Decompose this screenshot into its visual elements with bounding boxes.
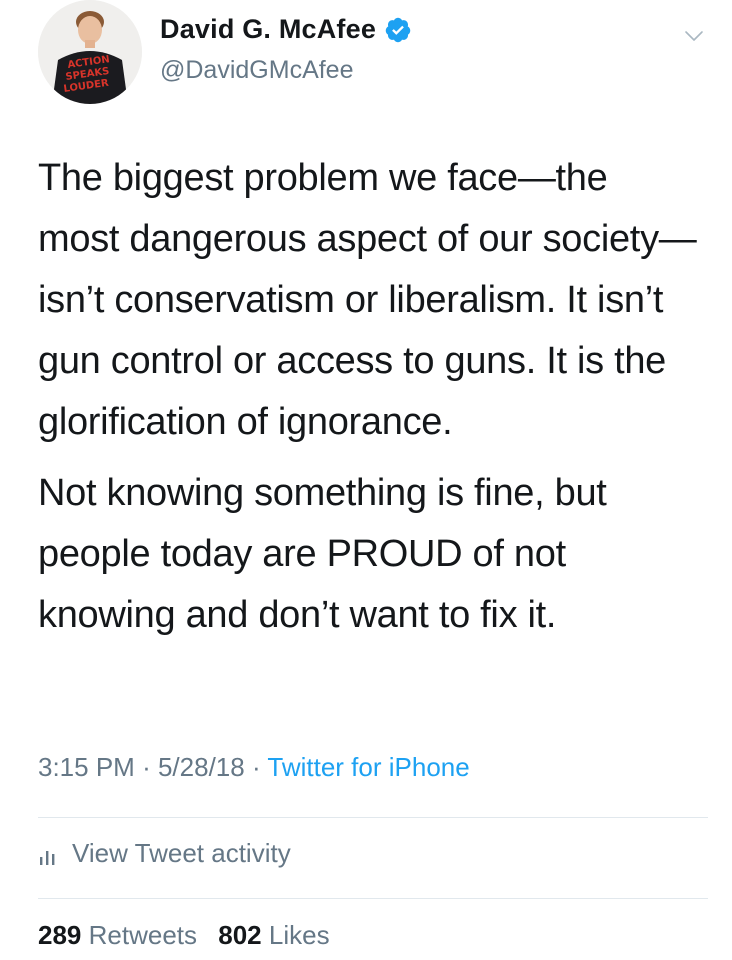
tweet-menu-button[interactable] bbox=[682, 24, 706, 48]
likes-label: Likes bbox=[268, 920, 330, 950]
divider bbox=[38, 817, 708, 818]
meta-separator: · bbox=[251, 752, 261, 782]
meta-separator: · bbox=[142, 752, 151, 782]
author-name-row: David G. McAfee bbox=[160, 14, 412, 45]
retweets-stat[interactable]: 289 Retweets bbox=[38, 920, 204, 950]
verified-badge-icon bbox=[384, 16, 412, 44]
divider bbox=[38, 898, 708, 899]
retweets-label: Retweets bbox=[88, 920, 198, 950]
author-handle[interactable]: @DavidGMcAfee bbox=[160, 56, 354, 85]
likes-count: 802 bbox=[218, 920, 262, 950]
chevron-down-icon bbox=[685, 31, 703, 41]
tweet-paragraph-2: Not knowing something is fine, but peopl… bbox=[38, 472, 607, 636]
likes-stat[interactable]: 802 Likes bbox=[218, 920, 329, 950]
tweet-stats: 289 Retweets 802 Likes bbox=[38, 920, 330, 951]
avatar[interactable]: ACTION SPEAKS LOUDER bbox=[38, 0, 142, 104]
view-tweet-activity-label: View Tweet activity bbox=[72, 838, 291, 868]
tweet-text: The biggest problem we face—the most dan… bbox=[38, 148, 698, 646]
tweet-source-link[interactable]: Twitter for iPhone bbox=[267, 752, 469, 782]
bar-chart-icon bbox=[38, 843, 60, 865]
tweet-date[interactable]: 5/28/18 bbox=[158, 752, 245, 782]
avatar-image: ACTION SPEAKS LOUDER bbox=[38, 0, 142, 104]
author-display-name[interactable]: David G. McAfee bbox=[160, 14, 376, 45]
tweet-card: ACTION SPEAKS LOUDER David G. McAfee @Da… bbox=[0, 0, 732, 960]
tweet-paragraph-1: The biggest problem we face—the most dan… bbox=[38, 157, 697, 443]
tweet-meta: 3:15 PM · 5/28/18 · Twitter for iPhone bbox=[38, 752, 470, 783]
view-tweet-activity-button[interactable]: View Tweet activity bbox=[38, 838, 291, 869]
retweets-count: 289 bbox=[38, 920, 82, 950]
tweet-time[interactable]: 3:15 PM bbox=[38, 752, 135, 782]
